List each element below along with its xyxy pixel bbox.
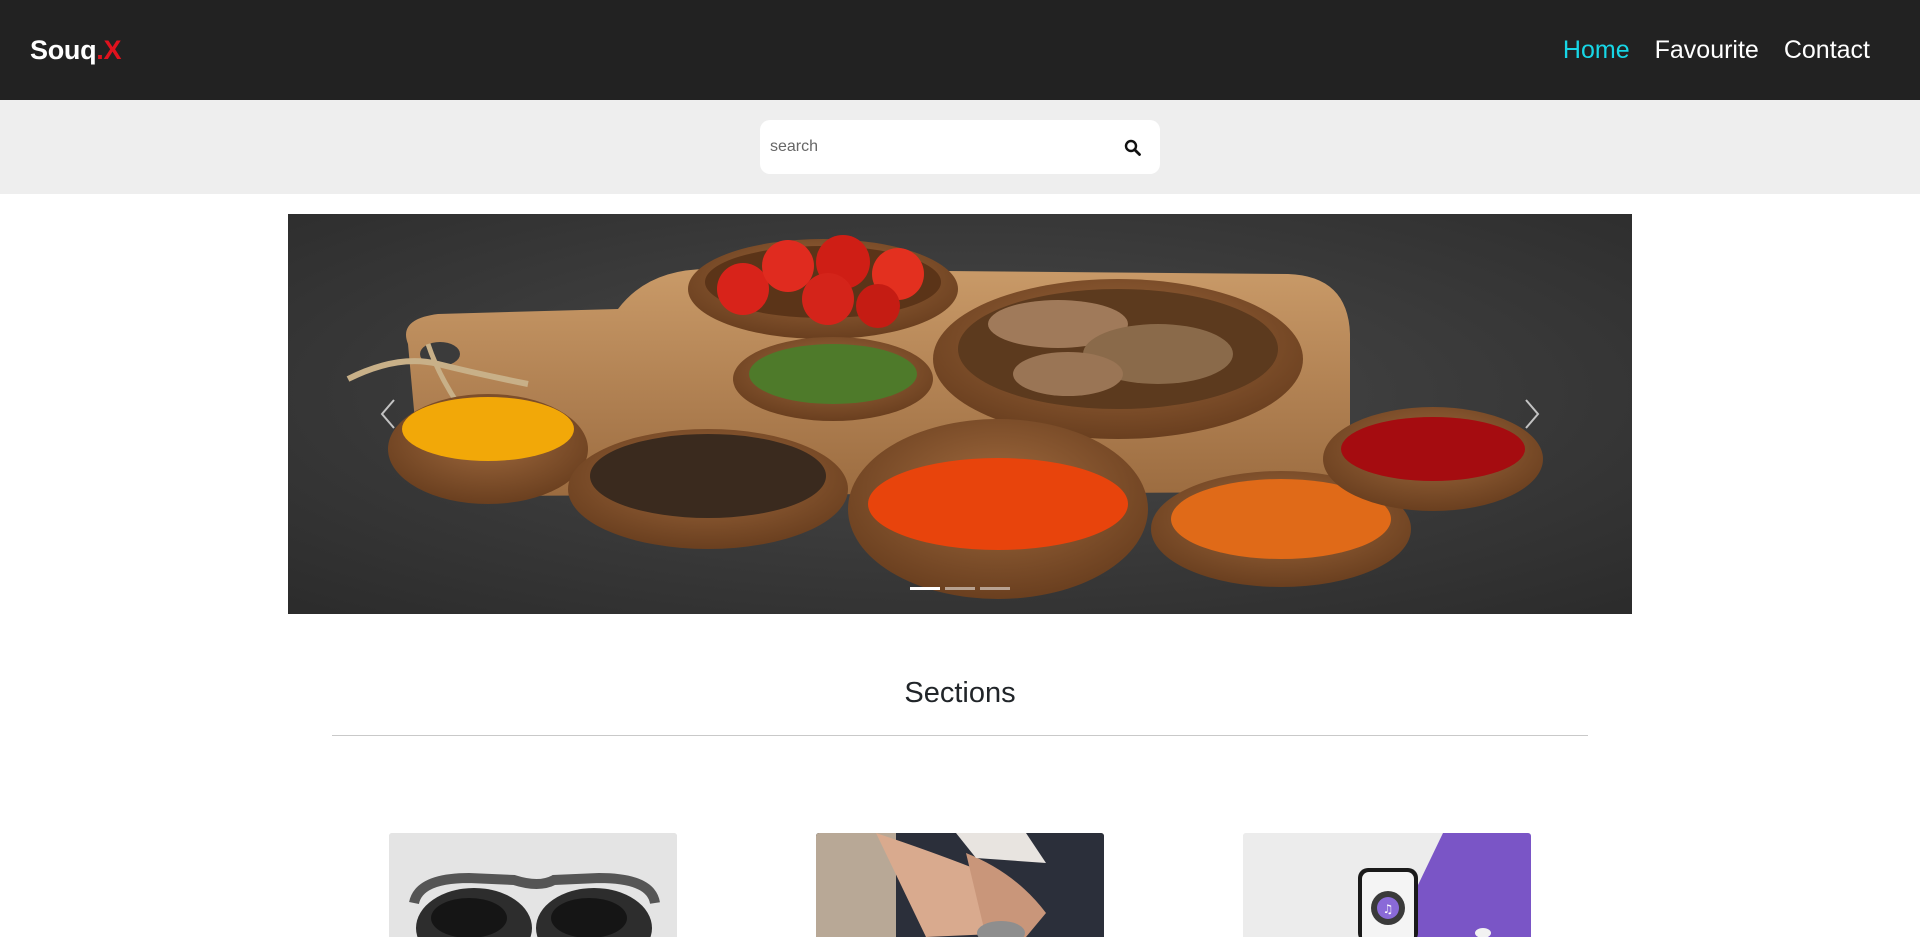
- smartphone-image: ♫: [1243, 833, 1531, 937]
- carousel-indicator-3[interactable]: [980, 587, 1010, 590]
- sections-divider: [332, 735, 1588, 736]
- nav-link-favourite[interactable]: Favourite: [1655, 36, 1759, 65]
- section-card-sunglasses[interactable]: [389, 833, 677, 937]
- carousel-indicator-1[interactable]: [910, 587, 940, 590]
- section-card-phone[interactable]: ♫: [1243, 833, 1531, 937]
- nav-links: Home Favourite Contact: [1563, 36, 1890, 65]
- nav-link-home[interactable]: Home: [1563, 36, 1630, 65]
- brand-x: X: [103, 34, 122, 65]
- brand-dot: .: [96, 34, 104, 65]
- carousel-next-button[interactable]: [1512, 389, 1552, 439]
- nav-link-contact[interactable]: Contact: [1784, 36, 1870, 65]
- carousel-prev-button[interactable]: [368, 389, 408, 439]
- chevron-right-icon: [1525, 399, 1540, 429]
- svg-text:♫: ♫: [1383, 902, 1394, 916]
- brand-logo[interactable]: Souq.X: [30, 34, 122, 66]
- search-button[interactable]: [1118, 133, 1146, 161]
- carousel-slide-image: [288, 214, 1632, 614]
- section-card-watch[interactable]: [816, 833, 1104, 937]
- navbar: Souq.X Home Favourite Contact: [0, 0, 1920, 100]
- brand-main: Souq: [30, 34, 97, 65]
- wristwatch-image: [816, 833, 1104, 937]
- chevron-left-icon: [380, 399, 395, 429]
- hero-carousel: [288, 214, 1632, 614]
- sunglasses-image: [389, 833, 677, 937]
- search-strip: [0, 100, 1920, 194]
- search-input[interactable]: [770, 138, 1118, 156]
- carousel-indicator-2[interactable]: [945, 587, 975, 590]
- sections-heading: Sections: [904, 677, 1016, 709]
- search-icon: [1124, 139, 1141, 156]
- search-box: [760, 120, 1160, 174]
- carousel-indicators: [288, 587, 1632, 590]
